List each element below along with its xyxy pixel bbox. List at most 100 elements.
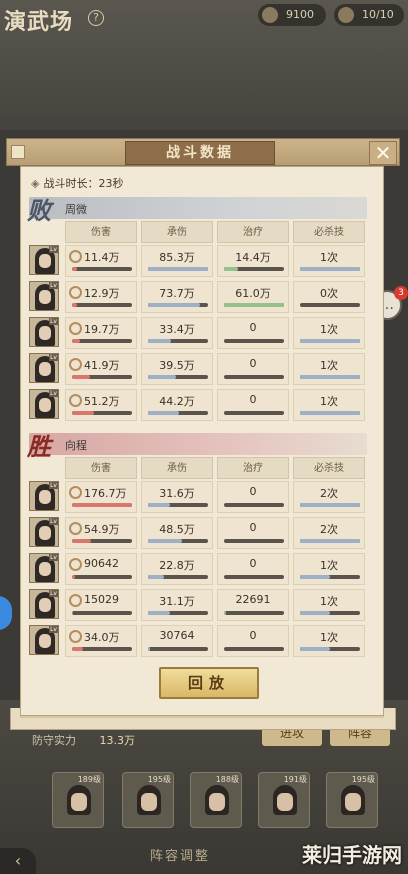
table-row[interactable]: Lv 12.9万 73.7万 61.0万 0次 — [29, 281, 367, 315]
stat-cell-damage: 11.4万 — [65, 245, 137, 277]
table-row[interactable]: Lv 176.7万 31.6万 0 2次 — [29, 481, 367, 515]
table-row[interactable]: Lv 51.2万 44.2万 0 1次 — [29, 389, 367, 423]
stat-bar — [224, 575, 284, 579]
duration-text: 战斗时长：23秒 — [43, 177, 124, 190]
defense-power: 防守实力 13.3万 — [32, 732, 135, 748]
stat-bar — [72, 339, 132, 343]
close-button[interactable]: ✕ — [369, 141, 397, 165]
hero-slot[interactable]: 195级 — [326, 772, 378, 828]
coin-icon — [262, 7, 278, 23]
hero-avatar: Lv — [29, 281, 59, 311]
team-name: 向程 — [65, 439, 87, 452]
stat-value: 85.3万 — [159, 251, 195, 264]
column-header: 伤害 — [65, 457, 137, 479]
stat-bar — [224, 411, 284, 415]
stat-bar — [72, 411, 132, 415]
hero-avatar: Lv — [29, 353, 59, 383]
stat-bar — [72, 375, 132, 379]
winning-team: 胜向程 伤害 承伤 治疗 必杀技 Lv 176.7万 31.6万 0 2次 Lv 54.9万 48.5万… — [27, 432, 377, 659]
stat-value: 0 — [249, 557, 257, 570]
hero-slot[interactable]: 195级 — [122, 772, 174, 828]
stat-bar — [300, 647, 360, 651]
battle-stats-modal: 战斗数据 ✕ ◈ 战斗时长：23秒 败周微 伤害 承伤 治疗 必杀技 Lv 11.4万 85.3… — [6, 138, 400, 730]
column-header: 伤害 — [65, 221, 137, 243]
stat-value: 0 — [249, 321, 257, 334]
stat-bar — [72, 303, 132, 307]
stat-cell-heal: 0 — [217, 517, 289, 549]
stat-cell-taken: 33.4万 — [141, 317, 213, 349]
column-header: 承伤 — [141, 457, 213, 479]
hero-level: 191级 — [283, 775, 307, 784]
table-row[interactable]: Lv 41.9万 39.5万 0 1次 — [29, 353, 367, 387]
column-headers: 伤害 承伤 治疗 必杀技 — [29, 221, 367, 243]
stat-cell-ult: 2次 — [293, 481, 365, 513]
hero-avatar: Lv — [29, 517, 59, 547]
hero-slot[interactable]: 191级 — [258, 772, 310, 828]
stat-bar — [300, 303, 360, 307]
stat-cell-damage: 51.2万 — [65, 389, 137, 421]
stat-value: 12.9万 — [84, 287, 120, 300]
stat-cell-heal: 22691 — [217, 589, 289, 621]
stat-cell-ult: 1次 — [293, 353, 365, 385]
stat-cell-damage: 90642 — [65, 553, 137, 585]
team-header: 胜向程 — [27, 432, 367, 461]
stat-bar — [224, 539, 284, 543]
stamina-value: 10/10 — [362, 8, 394, 21]
stat-cell-taken: 44.2万 — [141, 389, 213, 421]
table-row[interactable]: Lv 11.4万 85.3万 14.4万 1次 — [29, 245, 367, 279]
stat-value: 1次 — [320, 395, 338, 408]
stat-cell-damage: 34.0万 — [65, 625, 137, 657]
stat-bar — [224, 375, 284, 379]
stat-value: 51.2万 — [84, 395, 120, 408]
formation-adjust-button[interactable]: 阵容调整 — [150, 845, 210, 864]
hero-avatar: Lv — [29, 389, 59, 419]
table-row[interactable]: Lv 54.9万 48.5万 0 2次 — [29, 517, 367, 551]
hero-avatar: Lv — [29, 625, 59, 655]
power-value: 13.3万 — [99, 734, 136, 747]
stat-cell-ult: 1次 — [293, 317, 365, 349]
stat-value: 0 — [249, 485, 257, 498]
stat-bar — [300, 539, 360, 543]
back-arrow-icon[interactable]: ‹ — [0, 848, 36, 874]
stat-value: 22.8万 — [159, 559, 195, 572]
hero-avatar: Lv — [29, 317, 59, 347]
stat-cell-heal: 0 — [217, 389, 289, 421]
column-header: 治疗 — [217, 221, 289, 243]
losing-team: 败周微 伤害 承伤 治疗 必杀技 Lv 11.4万 85.3万 14.4万 1次 Lv 12.9万 73… — [27, 196, 377, 423]
table-row[interactable]: Lv 15029 31.1万 22691 1次 — [29, 589, 367, 623]
stat-value: 48.5万 — [159, 523, 195, 536]
stat-cell-damage: 19.7万 — [65, 317, 137, 349]
stat-value: 0次 — [320, 287, 338, 300]
stat-cell-heal: 0 — [217, 353, 289, 385]
stat-bar — [72, 611, 132, 615]
stat-value: 54.9万 — [84, 523, 120, 536]
table-row[interactable]: Lv 90642 22.8万 0 1次 — [29, 553, 367, 587]
hero-avatar: Lv — [29, 245, 59, 275]
table-row[interactable]: Lv 19.7万 33.4万 0 1次 — [29, 317, 367, 351]
table-row[interactable]: Lv 34.0万 30764 0 1次 — [29, 625, 367, 659]
stat-value: 1次 — [320, 595, 338, 608]
stat-value: 41.9万 — [84, 359, 120, 372]
help-icon[interactable]: ? — [88, 10, 104, 26]
stat-value: 15029 — [84, 593, 119, 606]
stat-value: 1次 — [320, 559, 338, 572]
stat-bar — [224, 339, 284, 343]
hero-level: 189级 — [77, 775, 101, 784]
hero-slot[interactable]: 188级 — [190, 772, 242, 828]
stat-bar — [224, 611, 284, 615]
hero-level: 195级 — [351, 775, 375, 784]
stat-cell-damage: 15029 — [65, 589, 137, 621]
stat-value: 0 — [249, 629, 257, 642]
stat-bar — [300, 339, 360, 343]
stat-bar — [300, 375, 360, 379]
stat-cell-heal: 0 — [217, 625, 289, 657]
stat-cell-heal: 14.4万 — [217, 245, 289, 277]
stat-bar — [148, 303, 208, 307]
replay-button[interactable]: 回放 — [159, 667, 259, 699]
stat-value: 0 — [249, 357, 257, 370]
stat-cell-taken: 31.6万 — [141, 481, 213, 513]
stat-value: 1次 — [320, 631, 338, 644]
stat-cell-taken: 31.1万 — [141, 589, 213, 621]
hero-slot[interactable]: 189级 — [52, 772, 104, 828]
stat-bar — [224, 303, 284, 307]
